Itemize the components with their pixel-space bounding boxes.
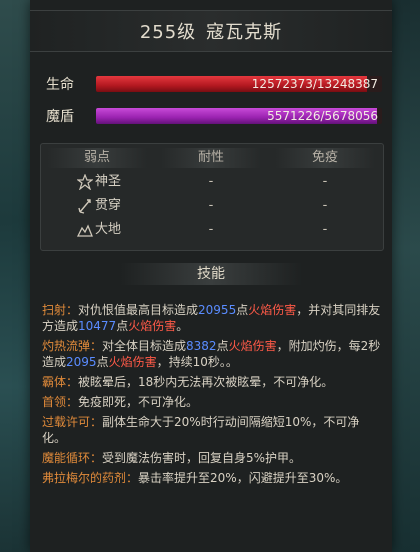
title-bar: 255级 寇瓦克斯	[30, 10, 392, 52]
skill-text: 点	[96, 355, 109, 369]
damage-type: 火焰伤害	[228, 339, 277, 353]
skill-item: 扫射：对仇恨值最高目标造成20955点火焰伤害，并对其同排友方造成10477点火…	[42, 302, 382, 334]
skill-number: 8382	[186, 339, 217, 353]
skill-item: 灼热流弹：对全体目标造成8382点火焰伤害，附加灼伤，每2秒造成2095点火焰伤…	[42, 338, 382, 370]
background-right	[390, 0, 420, 552]
skill-text: 暴击率提升至20%，闪避提升至30%。	[138, 471, 348, 485]
skill-text: 对全体目标造成	[102, 339, 187, 353]
skill-number: 2095	[66, 355, 97, 369]
skill-text: 受到魔法伤害时，回复自身5%护甲。	[102, 451, 302, 465]
weakness-name: 贯穿	[95, 198, 122, 213]
shield-value: 5571226/5678056	[267, 109, 378, 123]
enemy-name: 寇瓦克斯	[206, 22, 283, 43]
resist-row: 大地 - -	[41, 219, 383, 241]
resistance-table: 弱点 耐性 免疫 神圣 - - 贯穿 - - 大地 - -	[40, 143, 384, 251]
enemy-level: 255级	[139, 22, 197, 43]
holy-icon	[77, 174, 93, 190]
skill-item: 魔能循环：受到魔法伤害时，回复自身5%护甲。	[42, 450, 382, 466]
weakness-header: 弱点	[47, 148, 147, 168]
earth-icon	[77, 224, 93, 237]
skills-header: 技能	[120, 263, 302, 285]
skill-name: 弗拉梅尔的药剂：	[42, 471, 139, 485]
weakness-name: 神圣	[95, 174, 122, 189]
skill-text: 免疫即死，不可净化。	[78, 395, 199, 409]
skill-text: 点	[116, 319, 129, 333]
pierce-icon	[78, 199, 91, 214]
skills-list: 扫射：对仇恨值最高目标造成20955点火焰伤害，并对其同排友方造成10477点火…	[42, 302, 382, 490]
damage-type: 火焰伤害	[128, 319, 177, 333]
resist-header: 耐性	[161, 148, 261, 168]
skill-text: 点	[236, 303, 249, 317]
skill-item: 弗拉梅尔的药剂：暴击率提升至20%，闪避提升至30%。	[42, 470, 382, 486]
shield-label: 魔盾	[46, 109, 74, 125]
immune-header: 免疫	[275, 148, 375, 168]
skill-name: 过载许可：	[42, 415, 103, 429]
enemy-info-panel: 255级 寇瓦克斯 生命 12572373/13248387 魔盾 557122…	[30, 0, 392, 552]
hp-bar: 12572373/13248387	[96, 76, 382, 92]
resist-value: -	[208, 198, 214, 213]
skill-text: ，持续10秒。。	[156, 355, 238, 369]
skill-text: 点	[216, 339, 229, 353]
resist-value: -	[208, 174, 214, 189]
hp-value: 12572373/13248387	[251, 77, 378, 91]
skill-text: 被眩晕后，18秒内无法再次被眩晕，不可净化。	[78, 375, 334, 389]
skill-name: 首领：	[42, 395, 79, 409]
skill-item: 霸体：被眩晕后，18秒内无法再次被眩晕，不可净化。	[42, 374, 382, 390]
skill-item: 首领：免疫即死，不可净化。	[42, 394, 382, 410]
resist-row: 贯穿 - -	[41, 195, 383, 217]
immune-value: -	[322, 198, 328, 213]
skill-text: 。	[176, 319, 189, 333]
immune-value: -	[322, 222, 328, 237]
background-left	[0, 0, 30, 552]
immune-value: -	[322, 174, 328, 189]
skill-item: 过载许可：副体生命大于20%时行动间隔缩短10%，不可净化。	[42, 414, 382, 446]
resist-value: -	[208, 222, 214, 237]
skill-name: 霸体：	[42, 375, 79, 389]
shield-bar: 5571226/5678056	[96, 108, 382, 124]
skill-name: 灼热流弹：	[42, 339, 103, 353]
damage-type: 火焰伤害	[108, 355, 157, 369]
weakness-name: 大地	[95, 222, 122, 237]
hp-label: 生命	[46, 77, 74, 93]
damage-type: 火焰伤害	[248, 303, 297, 317]
skill-text: 对仇恨值最高目标造成	[78, 303, 199, 317]
resist-row: 神圣 - -	[41, 171, 383, 193]
skill-name: 扫射：	[42, 303, 79, 317]
skill-name: 魔能循环：	[42, 451, 103, 465]
skill-number: 10477	[78, 319, 117, 333]
skill-number: 20955	[198, 303, 237, 317]
